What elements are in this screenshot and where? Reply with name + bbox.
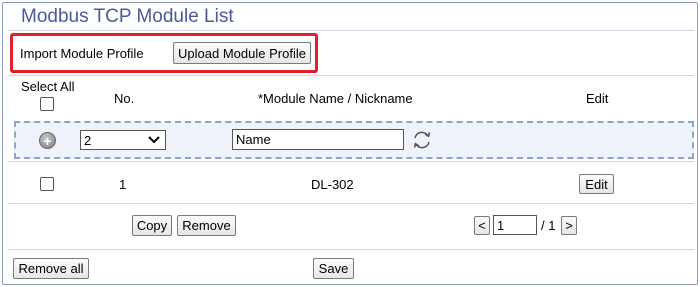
page-number-input[interactable]: 1: [493, 215, 537, 235]
row-divider: [8, 203, 694, 204]
plus-circle-icon[interactable]: +: [39, 132, 56, 149]
column-header-module-name: *Module Name / Nickname: [258, 91, 413, 106]
refresh-icon[interactable]: [411, 129, 433, 151]
select-all-label: Select All: [21, 79, 75, 94]
module-number-select[interactable]: 2: [80, 130, 166, 150]
page-title: Modbus TCP Module List: [21, 6, 234, 27]
select-all-checkbox[interactable]: [40, 97, 54, 111]
copy-button[interactable]: Copy: [132, 215, 172, 236]
column-header-no: No.: [114, 91, 135, 106]
upload-module-profile-button[interactable]: Upload Module Profile: [173, 42, 311, 64]
module-name-input-value: Name: [236, 132, 271, 147]
import-module-profile-label: Import Module Profile: [20, 46, 144, 61]
row-module-name: DL-302: [311, 177, 354, 192]
actions-divider: [8, 249, 694, 250]
import-divider: [8, 75, 694, 76]
page-total: / 1: [541, 218, 556, 233]
row-select-checkbox[interactable]: [40, 177, 54, 191]
module-name-input[interactable]: Name: [232, 129, 404, 150]
next-page-button[interactable]: >: [561, 216, 577, 235]
save-button[interactable]: Save: [313, 258, 354, 279]
page-number-value: 1: [497, 217, 505, 233]
prev-page-button[interactable]: <: [474, 216, 490, 235]
row-no: 1: [119, 177, 127, 192]
edit-button[interactable]: Edit: [579, 174, 614, 194]
remove-all-button[interactable]: Remove all: [13, 258, 89, 279]
title-divider: [8, 30, 694, 31]
chevron-down-icon: [148, 136, 160, 144]
module-number-value: 2: [84, 132, 92, 148]
remove-button[interactable]: Remove: [177, 215, 236, 236]
column-header-edit: Edit: [586, 91, 609, 106]
new-row-divider: [8, 161, 694, 162]
